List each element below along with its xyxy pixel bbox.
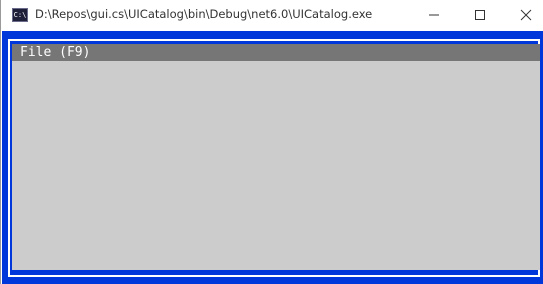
console-area: File (F9)	[2, 31, 543, 284]
minimize-button[interactable]	[411, 0, 457, 29]
window-title: D:\Repos\gui.cs\UICatalog\bin\Debug\net6…	[35, 7, 373, 21]
minimize-icon	[429, 14, 439, 15]
close-button[interactable]	[503, 0, 543, 29]
maximize-button[interactable]	[457, 0, 503, 29]
menu-bar: File (F9)	[12, 44, 540, 61]
app-window: C:\ D:\Repos\gui.cs\UICatalog\bin\Debug\…	[0, 0, 543, 284]
maximize-icon	[475, 9, 485, 20]
console-app-icon[interactable]: C:\	[12, 8, 28, 22]
title-bar[interactable]: C:\ D:\Repos\gui.cs\UICatalog\bin\Debug\…	[1, 0, 543, 31]
close-icon	[520, 9, 532, 20]
toplevel-content: File (F9)	[12, 44, 540, 270]
menu-item-file[interactable]: File (F9)	[20, 44, 90, 61]
